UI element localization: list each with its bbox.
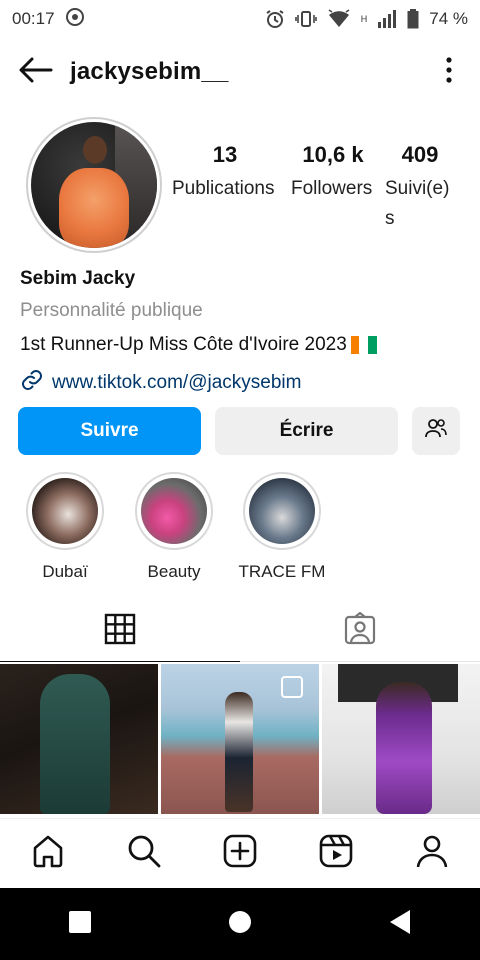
carousel-icon: [281, 676, 303, 698]
highlight-item[interactable]: Beauty: [119, 472, 229, 582]
post-thumbnail[interactable]: [161, 664, 319, 814]
wifi-icon: [327, 9, 351, 29]
posts-label: Publications: [172, 178, 275, 199]
recents-square-icon: [68, 910, 92, 939]
post-thumbnail[interactable]: [0, 664, 158, 814]
follow-button[interactable]: Suivre: [18, 407, 201, 455]
battery-percent: 74 %: [429, 9, 468, 28]
following-label: Suivi(e)s: [385, 178, 450, 229]
posts-count: 13: [212, 142, 238, 167]
battery-icon: [407, 9, 419, 29]
profile-stats: 13 Publications 10,6 k Followers 409 Sui…: [0, 142, 480, 232]
nav-reels-button[interactable]: [312, 830, 360, 878]
system-back-button[interactable]: [376, 900, 424, 948]
highlight-ring: [243, 472, 321, 550]
network-type: H: [360, 14, 368, 24]
highlight-cover: [141, 478, 207, 544]
nav-profile-button[interactable]: [408, 830, 456, 878]
home-icon: [30, 833, 66, 874]
highlight-ring: [26, 472, 104, 550]
system-navigation-bar: [0, 888, 480, 960]
highlight-cover: [32, 478, 98, 544]
profile-name: Sebim Jacky: [20, 268, 136, 289]
nav-home-button[interactable]: [24, 830, 72, 878]
story-highlights: Dubaï Beauty TRACE FM: [20, 472, 460, 582]
bottom-navigation: [0, 818, 480, 888]
grid-icon: [104, 613, 136, 650]
alarm-icon: [265, 9, 285, 29]
tab-tagged[interactable]: [240, 602, 480, 662]
profile-tagline: 1st Runner-Up Miss Côte d'Ivoire 2023: [20, 332, 460, 358]
status-time: 00:17: [12, 9, 55, 28]
profile-username: jackysebim__: [70, 58, 229, 85]
signal-icon: [377, 10, 397, 28]
profile-link[interactable]: www.tiktok.com/@jackysebim: [20, 370, 460, 396]
highlight-ring: [135, 472, 213, 550]
vibrate-icon: [294, 9, 317, 29]
profile-icon: [414, 833, 450, 874]
create-post-icon: [222, 833, 258, 874]
back-triangle-icon: [388, 909, 412, 940]
profile-actions: Suivre Écrire: [18, 407, 462, 455]
nav-search-button[interactable]: [120, 830, 168, 878]
system-home-button[interactable]: [216, 900, 264, 948]
link-icon: [20, 368, 44, 398]
highlight-item[interactable]: Dubaï: [10, 472, 120, 582]
profile-header: jackysebim__: [0, 46, 480, 98]
suggested-people-icon: [424, 417, 448, 445]
following-stat[interactable]: 409 Suivi(e)s: [385, 142, 455, 234]
highlight-cover: [249, 478, 315, 544]
tab-posts-grid[interactable]: [0, 602, 240, 662]
reels-icon: [318, 833, 354, 874]
more-vertical-icon: [446, 56, 452, 88]
followers-count: 10,6 k: [302, 142, 364, 167]
profile-tabs: [0, 602, 480, 662]
posts-stat[interactable]: 13 Publications: [172, 142, 278, 204]
posts-grid: [0, 664, 480, 814]
tagline-text: 1st Runner-Up Miss Côte d'Ivoire 2023: [20, 334, 347, 355]
highlight-label: Dubaï: [42, 562, 88, 581]
status-bar: 00:17 H 74 %: [0, 0, 480, 38]
post-thumbnail[interactable]: [322, 664, 480, 814]
highlight-label: Beauty: [147, 562, 201, 581]
profile-bio: Sebim Jacky Personnalité publique 1st Ru…: [20, 268, 460, 396]
message-button[interactable]: Écrire: [215, 407, 398, 455]
followers-stat[interactable]: 10,6 k Followers: [291, 142, 375, 204]
back-arrow-icon: [19, 57, 53, 88]
back-button[interactable]: [16, 52, 56, 92]
link-text: www.tiktok.com/@jackysebim: [52, 372, 302, 393]
system-recents-button[interactable]: [56, 900, 104, 948]
ivory-coast-flag-icon: [350, 336, 377, 354]
profile-category: Personnalité publique: [20, 300, 203, 321]
followers-label: Followers: [291, 178, 373, 199]
suggested-people-button[interactable]: [412, 407, 460, 455]
notification-dot-icon: [65, 7, 85, 32]
search-icon: [126, 833, 162, 874]
highlight-item[interactable]: TRACE FM: [227, 472, 337, 582]
following-count: 409: [401, 142, 439, 167]
nav-create-button[interactable]: [216, 830, 264, 878]
highlight-label: TRACE FM: [238, 562, 326, 581]
tagged-person-icon: [343, 611, 377, 651]
more-options-button[interactable]: [434, 52, 464, 92]
home-circle-icon: [228, 910, 252, 939]
